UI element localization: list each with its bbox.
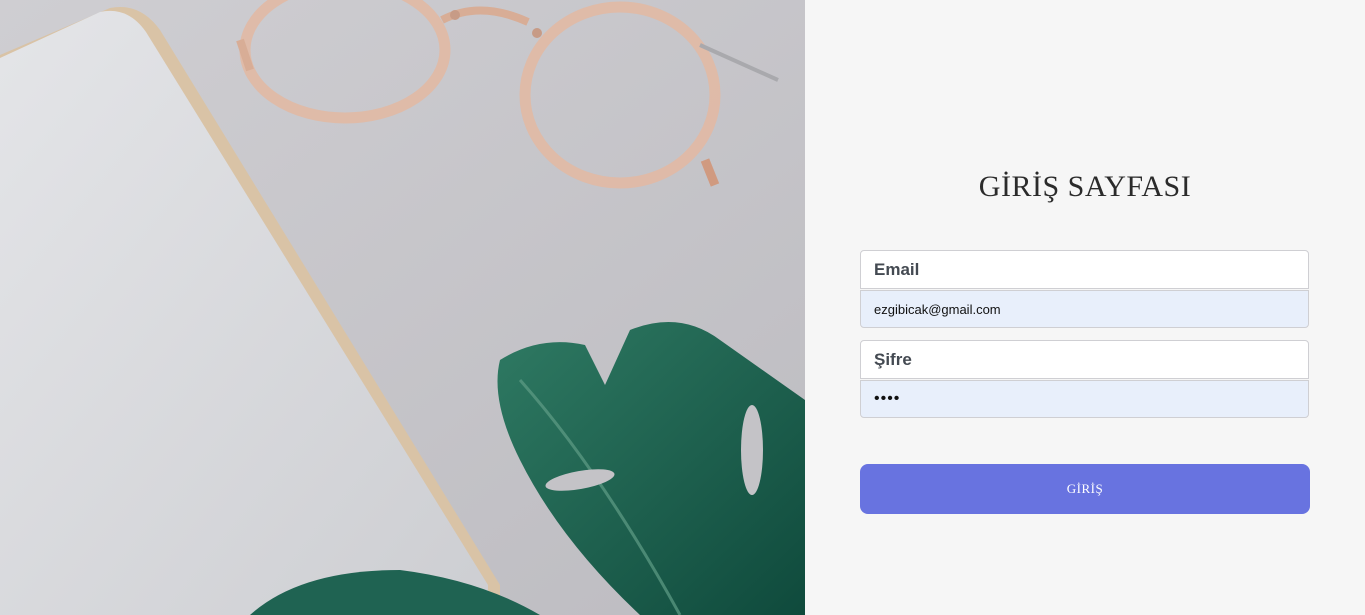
password-field[interactable] [860,380,1309,418]
password-label: Şifre [860,340,1309,379]
email-field[interactable] [860,290,1309,328]
email-label: Email [860,250,1309,289]
login-button[interactable]: GİRİŞ [860,464,1310,514]
hero-photo [0,0,805,615]
desk-photo-illustration [0,0,805,615]
login-form-panel: GİRİŞ SAYFASI Email Şifre GİRİŞ [805,0,1365,615]
page-title: GİRİŞ SAYFASI [978,170,1192,203]
